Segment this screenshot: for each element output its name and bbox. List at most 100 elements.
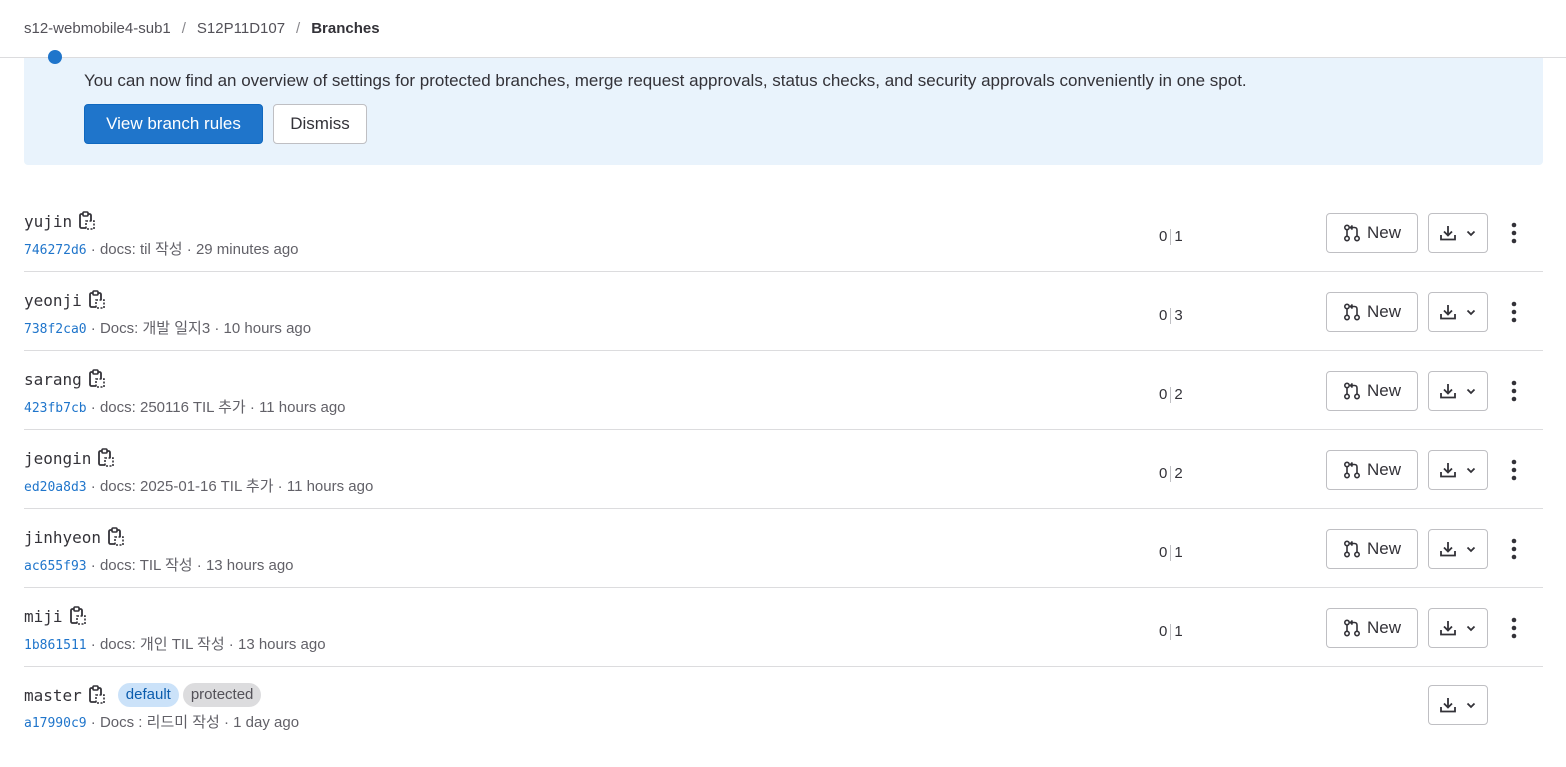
- protected-badge: protected: [182, 683, 262, 707]
- commit-sha[interactable]: 423fb7cb: [24, 401, 87, 416]
- commit-info: a17990c9 · Docs : 리드미 작성 · 1 day ago: [24, 711, 299, 732]
- download-dropdown[interactable]: [1428, 685, 1488, 725]
- commit-time: 13 hours ago: [237, 636, 326, 653]
- commit-sha[interactable]: 746272d6: [24, 243, 87, 258]
- branch-rules-banner: You can now find an overview of settings…: [24, 50, 1543, 165]
- divergence-bar: [1170, 544, 1172, 561]
- divergence-graph: 02: [1159, 465, 1183, 482]
- more-actions-button[interactable]: [1502, 292, 1526, 332]
- commit-message[interactable]: docs: 개인 TIL 작성: [100, 636, 225, 653]
- merge-request-icon: [1343, 382, 1361, 400]
- commit-sha[interactable]: ed20a8d3: [24, 480, 87, 495]
- ahead-count: 2: [1174, 465, 1183, 482]
- clipboard-icon[interactable]: [88, 685, 106, 705]
- dismiss-button[interactable]: Dismiss: [273, 104, 367, 144]
- branch-name[interactable]: yeonji: [24, 291, 82, 310]
- meta-separator: ·: [210, 320, 224, 337]
- chevron-down-icon: [1465, 543, 1477, 555]
- chevron-down-icon: [1465, 699, 1477, 711]
- commit-info: 738f2ca0 · Docs: 개발 일지3 · 10 hours ago: [24, 317, 311, 338]
- download-dropdown[interactable]: [1428, 450, 1488, 490]
- download-dropdown[interactable]: [1428, 529, 1488, 569]
- behind-count: 0: [1159, 465, 1168, 482]
- breadcrumb-group[interactable]: s12-webmobile4-sub1: [24, 20, 171, 37]
- meta-separator: ·: [245, 399, 260, 416]
- behind-count: 0: [1159, 544, 1168, 561]
- download-icon: [1439, 540, 1457, 558]
- new-merge-request-button[interactable]: New: [1326, 608, 1418, 648]
- new-merge-request-button[interactable]: New: [1326, 371, 1418, 411]
- branch-name-cell: jinhyeon: [24, 527, 125, 547]
- behind-count: 0: [1159, 623, 1168, 640]
- more-actions-button[interactable]: [1502, 608, 1526, 648]
- more-actions-button[interactable]: [1502, 529, 1526, 569]
- download-icon: [1439, 224, 1457, 242]
- commit-message[interactable]: Docs: 개발 일지3: [100, 320, 210, 337]
- new-button-label: New: [1366, 302, 1401, 321]
- commit-message[interactable]: docs: 250116 TIL 추가: [100, 399, 246, 416]
- commit-message[interactable]: docs: 2025-01-16 TIL 추가: [100, 478, 274, 495]
- ellipsis-v-icon: [1511, 617, 1517, 639]
- more-actions-button[interactable]: [1502, 371, 1526, 411]
- new-button-label: New: [1366, 460, 1401, 479]
- commit-info: 423fb7cb · docs: 250116 TIL 추가 · 11 hour…: [24, 396, 346, 417]
- commit-sha[interactable]: a17990c9: [24, 716, 87, 731]
- ahead-count: 1: [1174, 623, 1183, 640]
- more-actions-button[interactable]: [1502, 213, 1526, 253]
- meta-separator: ·: [192, 557, 206, 574]
- new-merge-request-button[interactable]: New: [1326, 450, 1418, 490]
- download-dropdown[interactable]: [1428, 608, 1488, 648]
- divergence-bar: [1170, 307, 1172, 324]
- download-icon: [1439, 382, 1457, 400]
- merge-request-icon: [1343, 224, 1361, 242]
- meta-separator: ·: [224, 636, 238, 653]
- new-button-label: New: [1366, 539, 1401, 558]
- new-merge-request-button[interactable]: New: [1326, 529, 1418, 569]
- branch-name[interactable]: yujin: [24, 212, 72, 231]
- download-dropdown[interactable]: [1428, 213, 1488, 253]
- clipboard-icon[interactable]: [78, 211, 96, 231]
- download-dropdown[interactable]: [1428, 371, 1488, 411]
- banner-text: You can now find an overview of settings…: [84, 71, 1247, 90]
- meta-separator: ·: [86, 478, 100, 495]
- chevron-down-icon: [1465, 227, 1477, 239]
- new-merge-request-button[interactable]: New: [1326, 213, 1418, 253]
- breadcrumb-separator: /: [296, 20, 301, 37]
- branch-name[interactable]: sarang: [24, 370, 82, 389]
- divergence-bar: [1170, 386, 1172, 403]
- commit-message[interactable]: docs: TIL 작성: [100, 557, 193, 574]
- clipboard-icon[interactable]: [88, 290, 106, 310]
- new-button-label: New: [1366, 223, 1401, 242]
- merge-request-icon: [1343, 461, 1361, 479]
- view-branch-rules-button[interactable]: View branch rules: [84, 104, 263, 144]
- divergence-graph: 01: [1159, 228, 1183, 245]
- more-actions-button[interactable]: [1502, 450, 1526, 490]
- branch-name[interactable]: jinhyeon: [24, 528, 101, 547]
- ahead-count: 2: [1174, 386, 1183, 403]
- breadcrumb-current[interactable]: Branches: [311, 20, 379, 37]
- divergence-graph: 01: [1159, 623, 1183, 640]
- new-merge-request-button[interactable]: New: [1326, 292, 1418, 332]
- branch-name[interactable]: master: [24, 686, 82, 705]
- breadcrumb-project[interactable]: S12P11D107: [197, 20, 285, 37]
- branch-name[interactable]: miji: [24, 607, 63, 626]
- clipboard-icon[interactable]: [88, 369, 106, 389]
- commit-sha[interactable]: ac655f93: [24, 559, 87, 574]
- download-dropdown[interactable]: [1428, 292, 1488, 332]
- clipboard-icon[interactable]: [69, 606, 87, 626]
- ellipsis-v-icon: [1511, 301, 1517, 323]
- download-icon: [1439, 619, 1457, 637]
- ahead-count: 1: [1174, 228, 1183, 245]
- behind-count: 0: [1159, 228, 1168, 245]
- new-button-label: New: [1366, 618, 1401, 637]
- clipboard-icon[interactable]: [97, 448, 115, 468]
- divergence-bar: [1170, 228, 1172, 245]
- commit-sha[interactable]: 1b861511: [24, 638, 87, 653]
- commit-message[interactable]: docs: til 작성: [100, 241, 183, 258]
- commit-info: ac655f93 · docs: TIL 작성 · 13 hours ago: [24, 554, 294, 575]
- clipboard-icon[interactable]: [107, 527, 125, 547]
- commit-sha[interactable]: 738f2ca0: [24, 322, 87, 337]
- commit-message[interactable]: Docs : 리드미 작성: [100, 714, 220, 731]
- chevron-down-icon: [1465, 622, 1477, 634]
- branch-name[interactable]: jeongin: [24, 449, 91, 468]
